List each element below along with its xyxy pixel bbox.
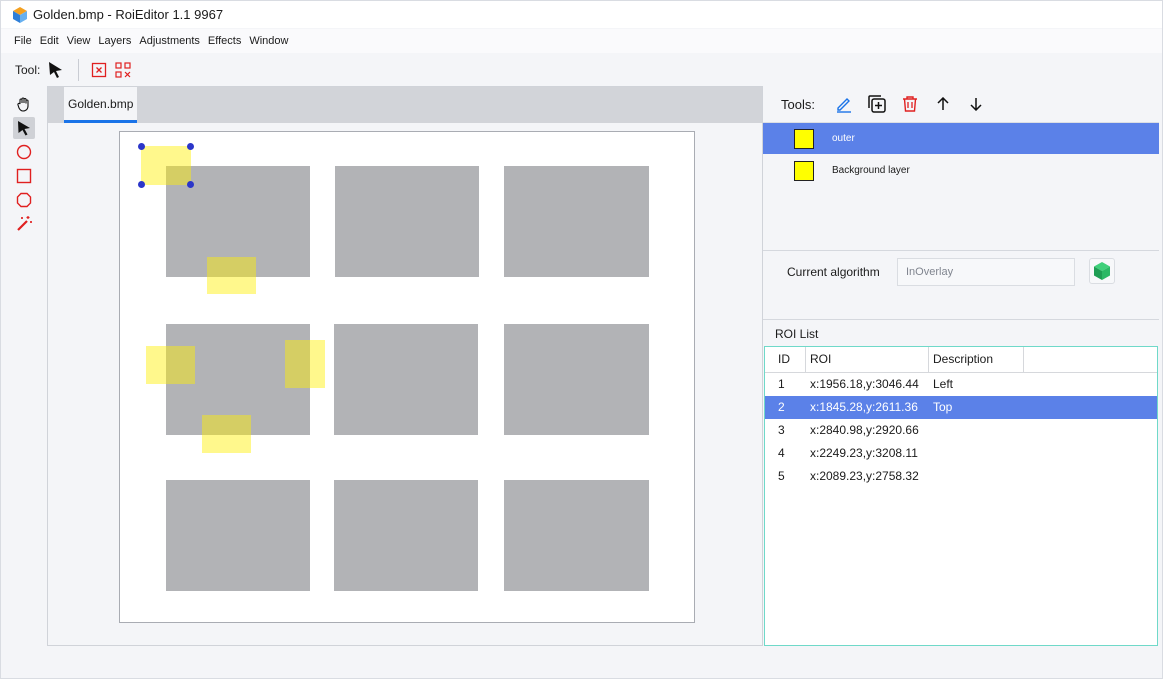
- grid-cell: [504, 324, 649, 435]
- layer-name: Background layer: [832, 165, 910, 176]
- resize-handle[interactable]: [187, 143, 194, 150]
- roi-coords: x:2249.23,y:3208.11: [810, 446, 918, 460]
- cursor-icon[interactable]: [46, 60, 66, 80]
- table-row[interactable]: 3 x:2840.98,y:2920.66: [765, 419, 1157, 442]
- title-bar: Golden.bmp - RoiEditor 1.1 9967: [1, 1, 1162, 28]
- grid-cell: [166, 480, 310, 591]
- move-down-icon[interactable]: [965, 93, 987, 115]
- grid-cell: [334, 480, 478, 591]
- roi-table-header: ID ROI Description: [765, 347, 1157, 373]
- layer-tools-bar: Tools:: [763, 86, 1159, 122]
- tab-strip: Golden.bmp: [48, 87, 762, 123]
- window-title: Golden.bmp - RoiEditor 1.1 9967: [33, 7, 224, 22]
- roi-coords: x:2840.98,y:2920.66: [810, 423, 919, 437]
- delete-icon[interactable]: [899, 93, 921, 115]
- magic-wand-icon[interactable]: [13, 213, 35, 235]
- run-algorithm-button[interactable]: [1089, 258, 1115, 284]
- algorithm-field[interactable]: InOverlay: [897, 258, 1075, 286]
- menu-effects[interactable]: Effects: [208, 35, 241, 47]
- duplicate-icon[interactable]: [866, 93, 888, 115]
- roi-coords: x:2089.23,y:2758.32: [810, 469, 919, 483]
- roi-id: 3: [778, 423, 785, 437]
- tool-label: Tool:: [15, 63, 41, 77]
- roi-region[interactable]: [207, 257, 256, 294]
- grid-cell: [334, 324, 478, 435]
- layers-list: outer Background layer: [763, 122, 1159, 250]
- layer-item-outer[interactable]: outer: [763, 123, 1159, 154]
- left-toolbox: [13, 93, 41, 237]
- roi-region[interactable]: [146, 346, 195, 384]
- app-window: Golden.bmp - RoiEditor 1.1 9967 File Edi…: [0, 0, 1163, 679]
- pointer-icon[interactable]: [13, 117, 35, 139]
- menu-edit[interactable]: Edit: [40, 35, 59, 47]
- roi-selected[interactable]: [141, 146, 191, 185]
- table-row[interactable]: 4 x:2249.23,y:3208.11: [765, 442, 1157, 465]
- column-roi[interactable]: ROI: [806, 347, 929, 372]
- hand-icon[interactable]: [13, 93, 35, 115]
- move-up-icon[interactable]: [932, 93, 954, 115]
- grid-cell: [504, 166, 649, 277]
- resize-handle[interactable]: [138, 143, 145, 150]
- document-area: Golden.bmp: [47, 86, 763, 646]
- roi-region[interactable]: [202, 415, 251, 453]
- right-panel: Tools: outer Background layer Current al…: [763, 86, 1159, 648]
- roi-list-title: ROI List: [775, 327, 819, 341]
- grid-cell: [335, 166, 479, 277]
- grid-cell: [504, 480, 649, 591]
- roi-coords: x:1956.18,y:3046.44: [810, 377, 919, 391]
- table-row[interactable]: 1 x:1956.18,y:3046.44 Left: [765, 373, 1157, 396]
- roi-table: ID ROI Description 1 x:1956.18,y:3046.44…: [764, 346, 1158, 646]
- toolbar-divider: [78, 59, 80, 81]
- app-logo-icon: [13, 6, 27, 23]
- image-canvas[interactable]: [119, 131, 695, 623]
- edit-icon[interactable]: [833, 93, 855, 115]
- roi-coords: x:1845.28,y:2611.36: [810, 400, 918, 414]
- layer-item-background[interactable]: Background layer: [763, 155, 1159, 186]
- layer-color-swatch: [794, 160, 814, 181]
- resize-handle[interactable]: [138, 181, 145, 188]
- roi-id: 2: [778, 400, 785, 414]
- tools-label: Tools:: [781, 96, 815, 112]
- roi-description: Left: [933, 377, 954, 391]
- menu-layers[interactable]: Layers: [98, 35, 131, 47]
- table-row[interactable]: 5 x:2089.23,y:2758.32: [765, 465, 1157, 488]
- polygon-icon[interactable]: [13, 189, 35, 211]
- resize-handle[interactable]: [187, 181, 194, 188]
- menu-bar: File Edit View Layers Adjustments Effect…: [1, 29, 1162, 53]
- delete-all-rois-icon[interactable]: [113, 60, 133, 80]
- roi-region[interactable]: [285, 340, 325, 388]
- roi-id: 4: [778, 446, 785, 460]
- tool-bar: Tool:: [1, 54, 1162, 86]
- menu-view[interactable]: View: [67, 35, 91, 47]
- delete-roi-icon[interactable]: [89, 60, 109, 80]
- roi-description: Top: [933, 400, 953, 414]
- tab-golden-bmp[interactable]: Golden.bmp: [64, 87, 138, 123]
- column-id[interactable]: ID: [765, 347, 806, 372]
- layer-color-swatch: [794, 128, 814, 149]
- table-row[interactable]: 2 x:1845.28,y:2611.36 Top: [765, 396, 1157, 419]
- column-description[interactable]: Description: [929, 347, 1024, 372]
- algorithm-label: Current algorithm: [787, 265, 880, 279]
- rectangle-icon[interactable]: [13, 165, 35, 187]
- layer-name: outer: [832, 133, 855, 144]
- menu-file[interactable]: File: [14, 35, 32, 47]
- menu-window[interactable]: Window: [249, 35, 288, 47]
- algorithm-section: Current algorithm InOverlay: [763, 250, 1159, 320]
- menu-adjustments[interactable]: Adjustments: [139, 35, 200, 47]
- roi-id: 1: [778, 377, 785, 391]
- ellipse-icon[interactable]: [13, 141, 35, 163]
- cube-icon: [1094, 262, 1110, 280]
- roi-id: 5: [778, 469, 785, 483]
